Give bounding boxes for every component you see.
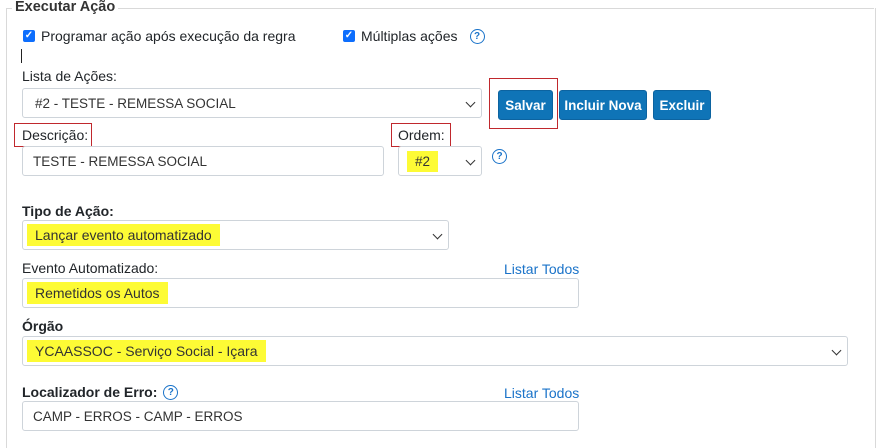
- localizador-listar-todos-link[interactable]: Listar Todos: [504, 385, 579, 401]
- fieldset-border-right: [875, 8, 876, 448]
- tipo-acao-select[interactable]: Lançar evento automatizado: [22, 220, 449, 250]
- localizador-value: CAMP - ERROS - CAMP - ERROS: [33, 408, 243, 424]
- chevron-down-icon: [465, 155, 476, 166]
- salvar-button[interactable]: Salvar: [498, 90, 553, 120]
- localizador-label-group: Localizador de Erro: ?: [22, 384, 179, 400]
- multiplas-acoes-label: Múltiplas ações: [361, 28, 458, 44]
- tipo-acao-label: Tipo de Ação:: [22, 203, 114, 219]
- evento-label: Evento Automatizado:: [22, 260, 159, 276]
- chevron-down-icon: [432, 229, 443, 240]
- text-cursor: [21, 49, 22, 63]
- ordem-value: #2: [407, 150, 439, 172]
- multiplas-acoes-checkbox[interactable]: ✓ Múltiplas ações ?: [343, 28, 485, 44]
- ordem-label: Ordem:: [398, 127, 445, 143]
- programar-acao-checkbox[interactable]: ✓ Programar ação após execução da regra: [23, 28, 295, 44]
- orgao-label: Órgão: [22, 318, 64, 334]
- programar-acao-label: Programar ação após execução da regra: [41, 28, 296, 44]
- tipo-acao-value: Lançar evento automatizado: [27, 224, 220, 246]
- localizador-input[interactable]: CAMP - ERROS - CAMP - ERROS: [22, 401, 579, 431]
- lista-acoes-value: #2 - TESTE - REMESSA SOCIAL: [35, 95, 236, 111]
- lista-acoes-select[interactable]: #2 - TESTE - REMESSA SOCIAL: [22, 88, 482, 118]
- fieldset-border-left: [6, 8, 7, 448]
- descricao-label: Descrição:: [22, 127, 89, 143]
- fieldset-legend: Executar Ação: [12, 0, 119, 15]
- incluir-nova-button[interactable]: Incluir Nova: [559, 90, 647, 120]
- descricao-value: TESTE - REMESSA SOCIAL: [33, 153, 208, 169]
- evento-value: Remetidos os Autos: [27, 282, 168, 304]
- checkbox-checked-icon: ✓: [23, 30, 35, 42]
- descricao-input[interactable]: TESTE - REMESSA SOCIAL: [22, 146, 384, 176]
- orgao-value: YCAASSOC - Serviço Social - Içara: [27, 340, 266, 362]
- localizador-label: Localizador de Erro:: [22, 384, 158, 400]
- evento-listar-todos-link[interactable]: Listar Todos: [504, 261, 579, 277]
- chevron-down-icon: [465, 97, 476, 108]
- ordem-select[interactable]: #2: [398, 146, 482, 176]
- fieldset-border: [6, 8, 874, 9]
- evento-input[interactable]: Remetidos os Autos: [22, 278, 579, 308]
- excluir-button[interactable]: Excluir: [653, 90, 711, 120]
- help-icon[interactable]: ?: [469, 28, 485, 44]
- help-icon[interactable]: ?: [492, 149, 507, 164]
- lista-acoes-label: Lista de Ações:: [22, 68, 117, 84]
- help-icon[interactable]: ?: [163, 384, 179, 400]
- orgao-select[interactable]: YCAASSOC - Serviço Social - Içara: [22, 336, 848, 366]
- chevron-down-icon: [831, 345, 842, 356]
- checkbox-checked-icon: ✓: [343, 30, 355, 42]
